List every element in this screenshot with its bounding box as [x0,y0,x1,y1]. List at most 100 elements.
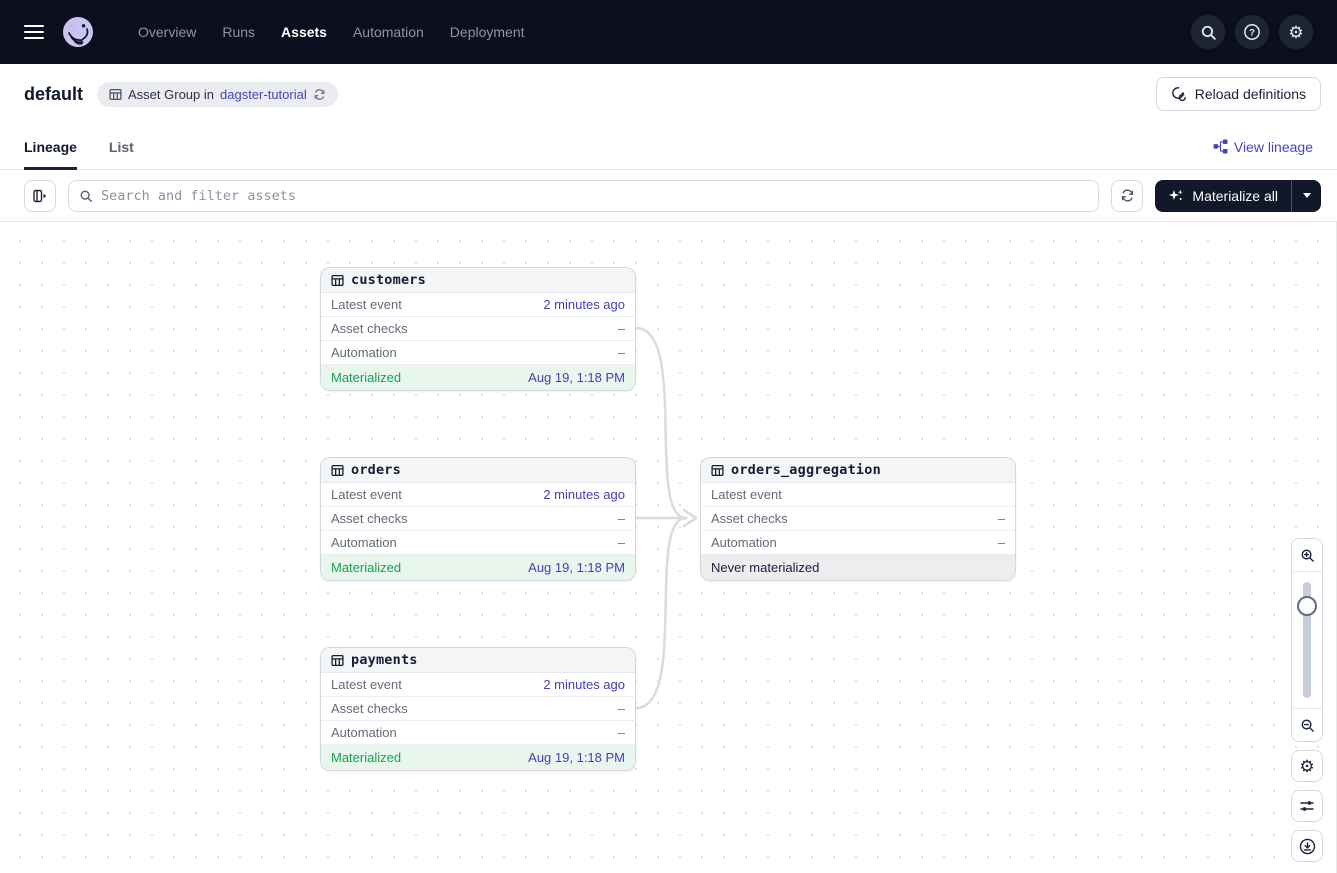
tab-lineage[interactable]: Lineage [24,124,77,169]
asset-row-label: Asset checks [331,321,408,336]
asset-row: Latest event2 minutes ago [321,293,635,317]
asset-row-link[interactable]: 2 minutes ago [543,487,625,502]
table-icon [331,654,344,667]
asset-status-timestamp: Aug 19, 1:18 PM [528,560,625,575]
asset-row-link[interactable]: 2 minutes ago [543,297,625,312]
asset-node-orders_aggregation[interactable]: orders_aggregation Latest event Asset che… [700,457,1016,581]
asset-row-value: – [998,535,1005,550]
asset-row: Automation – [321,721,635,745]
asset-status-label: Materialized [331,370,401,385]
zoom-panel [1291,538,1323,742]
asset-row-label: Asset checks [711,511,788,526]
asset-node-payments[interactable]: payments Latest event 2 minutes ago Asset … [320,647,636,771]
lineage-edges [0,222,1337,873]
tab-list[interactable]: List [109,124,134,169]
nav-item-overview[interactable]: Overview [138,24,196,40]
asset-row-value: – [618,511,625,526]
edge-arrowhead [684,510,696,526]
code-location-reload-icon [1171,86,1187,102]
asset-row-label: Latest event [711,487,782,502]
zoom-in-button[interactable] [1292,539,1322,572]
tabs-row: Lineage List View lineage [0,124,1337,170]
asset-node-customers[interactable]: customers Latest event2 minutes agoAsset… [320,267,636,391]
expand-sidebar-button[interactable] [24,180,56,212]
lineage-canvas[interactable]: customers Latest event 2 minutes ago Asset… [0,222,1337,873]
asset-name: payments [351,652,418,668]
materialize-all-label: Materialize all [1192,188,1278,204]
asset-row-value: – [618,535,625,550]
help-icon[interactable]: ? [1235,15,1269,49]
materialize-split-button: Materialize all [1155,180,1321,212]
asset-row-label: Automation [331,535,397,550]
zoom-in-icon [1300,548,1315,563]
asset-name: orders [351,462,401,478]
asset-search [68,180,1099,212]
graph-toolbar: Materialize all [0,170,1337,222]
lineage-edge-payments [636,518,686,708]
table-icon [331,464,344,477]
asset-row-link[interactable]: 2 minutes ago [543,677,625,692]
table-icon [331,274,344,287]
asset-row: Automation – [321,341,635,365]
nav-item-assets[interactable]: Assets [281,24,327,40]
search-input[interactable] [101,188,1088,204]
asset-status-label: Materialized [331,560,401,575]
asset-row: Asset checks– [321,317,635,341]
table-icon [711,464,724,477]
asset-row: Latest event 2 minutes ago [321,673,635,697]
asset-status-label: Materialized [331,750,401,765]
view-lineage-label: View lineage [1234,139,1313,155]
graph-filters-button[interactable] [1291,790,1323,822]
zoom-out-button[interactable] [1292,708,1322,741]
search-icon[interactable] [1191,15,1225,49]
asset-row: Latest event [701,483,1015,507]
materialize-all-button[interactable]: Materialize all [1155,180,1291,212]
dagster-logo[interactable] [62,16,94,48]
lineage-icon [1213,139,1228,154]
download-icon [1299,838,1316,855]
asset-row-label: Asset checks [331,701,408,716]
zoom-out-icon [1300,718,1315,733]
download-graph-button[interactable] [1291,830,1323,862]
materialize-options-button[interactable] [1291,180,1321,212]
badge-prefix: Asset Group in [128,87,214,102]
nav-item-runs[interactable]: Runs [222,24,255,40]
asset-row-value: – [618,345,625,360]
asset-row: Latest event2 minutes ago [321,483,635,507]
asset-name: customers [351,272,426,288]
graph-settings-button[interactable]: ⚙ [1291,750,1323,782]
asset-status-timestamp: Aug 19, 1:18 PM [528,370,625,385]
code-location-link[interactable]: dagster-tutorial [220,87,307,102]
reload-definitions-button[interactable]: Reload definitions [1156,77,1321,111]
zoom-slider[interactable] [1292,572,1322,708]
asset-node-orders[interactable]: orders Latest event2 minutes agoAsset ch… [320,457,636,581]
view-lineage-link[interactable]: View lineage [1213,139,1313,155]
gear-icon: ⚙ [1299,758,1314,775]
reload-definitions-label: Reload definitions [1195,86,1306,102]
asset-row-value: – [618,725,625,740]
asset-row: Asset checks – [321,507,635,531]
asset-status-timestamp: Aug 19, 1:18 PM [528,750,625,765]
lineage-edge-customers [636,328,686,518]
refresh-graph-button[interactable] [1111,180,1143,212]
nav-item-deployment[interactable]: Deployment [450,24,525,40]
asset-row: Asset checks – [321,697,635,721]
asset-row-label: Latest event [331,677,402,692]
asset-row-label: Asset checks [331,511,408,526]
zoom-slider-thumb[interactable] [1297,596,1317,616]
refresh-icon[interactable] [313,88,326,101]
edge-arrowhead [684,510,696,526]
asset-group-badge: Asset Group in dagster-tutorial [97,82,338,107]
asset-row-value: – [618,701,625,716]
nav-item-automation[interactable]: Automation [353,24,424,40]
edge-arrowhead [684,510,696,526]
settings-icon[interactable]: ⚙ [1279,15,1313,49]
page-header: default Asset Group in dagster-tutorial … [0,64,1337,124]
asset-row-label: Automation [331,725,397,740]
asset-row-label: Automation [331,345,397,360]
refresh-icon [1120,188,1135,203]
hamburger-menu-icon[interactable] [24,25,44,39]
asset-name: orders_aggregation [731,462,881,478]
asset-row: Automation – [321,531,635,555]
chevron-down-icon [1303,193,1311,198]
